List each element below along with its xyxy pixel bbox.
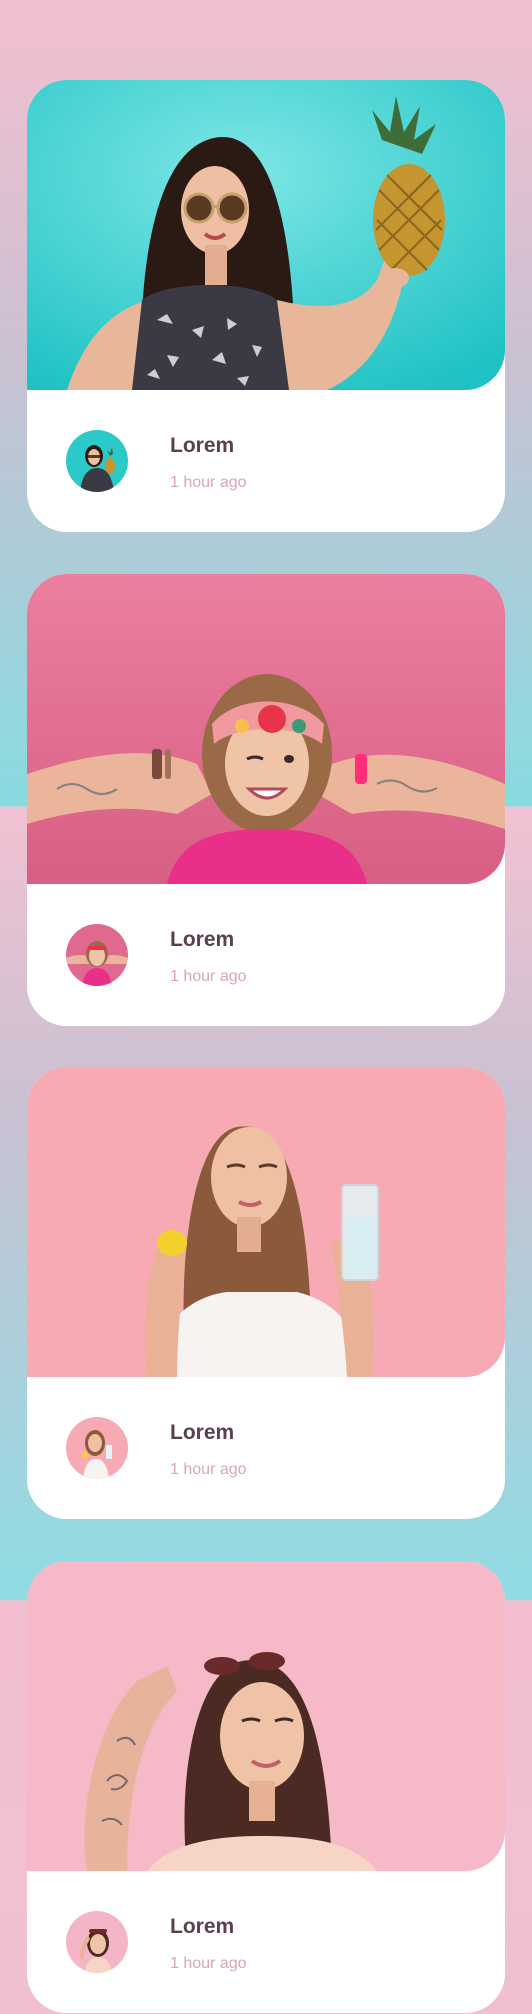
post-card[interactable]: Lorem 1 hour ago: [27, 80, 505, 532]
woman-lemon-avatar-icon: [66, 1417, 128, 1479]
post-card[interactable]: Lorem 1 hour ago: [27, 1561, 505, 2013]
author-name[interactable]: Lorem: [170, 1421, 234, 1445]
author-name[interactable]: Lorem: [170, 928, 234, 952]
post-card[interactable]: Lorem 1 hour ago: [27, 574, 505, 1026]
woman-headband-avatar-icon: [66, 924, 128, 986]
post-card[interactable]: Lorem 1 hour ago: [27, 1067, 505, 1519]
woman-lemon-photo: [27, 1067, 505, 1377]
post-photo[interactable]: [27, 1067, 505, 1377]
author-name[interactable]: Lorem: [170, 1915, 234, 1939]
feed-page: Lorem 1 hour ago Lorem 1 hour ago Lorem …: [0, 0, 532, 2014]
woman-pineapple-photo: [27, 80, 505, 390]
post-info: Lorem 1 hour ago: [27, 1377, 505, 1519]
avatar[interactable]: [66, 924, 128, 986]
post-info: Lorem 1 hour ago: [27, 884, 505, 1026]
woman-sunglasses-photo: [27, 1561, 505, 1871]
post-timestamp: 1 hour ago: [170, 474, 247, 491]
avatar[interactable]: [66, 1417, 128, 1479]
author-name[interactable]: Lorem: [170, 434, 234, 458]
post-photo[interactable]: [27, 80, 505, 390]
post-info: Lorem 1 hour ago: [27, 390, 505, 532]
post-photo[interactable]: [27, 1561, 505, 1871]
post-timestamp: 1 hour ago: [170, 968, 247, 985]
woman-pineapple-avatar-icon: [66, 430, 128, 492]
post-timestamp: 1 hour ago: [170, 1461, 247, 1478]
post-timestamp: 1 hour ago: [170, 1955, 247, 1972]
post-photo[interactable]: [27, 574, 505, 884]
woman-sunglasses-avatar-icon: [66, 1911, 128, 1973]
avatar[interactable]: [66, 430, 128, 492]
avatar[interactable]: [66, 1911, 128, 1973]
post-info: Lorem 1 hour ago: [27, 1871, 505, 2013]
woman-headband-photo: [27, 574, 505, 884]
